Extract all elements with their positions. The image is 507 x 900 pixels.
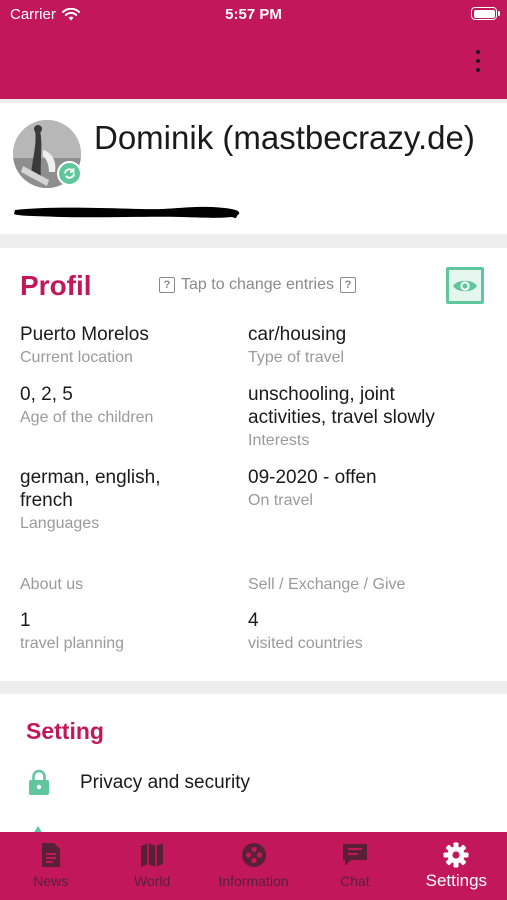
field-value: car/housing [248,324,347,345]
about-us-link[interactable]: About us [20,576,83,594]
field-type-of-travel[interactable]: car/housing Type of travel [248,323,488,369]
profil-title: Profil [20,270,92,301]
privacy-security-item[interactable]: Privacy and security [27,769,250,796]
chat-icon [342,844,367,866]
tab-label: World [133,873,171,889]
app-header: Carrier 5:57 PM [0,0,507,99]
field-label: Languages [20,515,100,532]
stat-label: travel planning [20,635,125,652]
map-icon [141,843,164,867]
field-value: Puerto Morelos [20,324,149,345]
setting-section: Setting Privacy and security [0,694,507,834]
stat-value: 1 [20,610,31,631]
field-value: unschooling, joint activities, travel sl… [248,384,435,428]
tap-hint-label: Tap to change entries [181,276,334,293]
tap-hint[interactable]: ? Tap to change entries ? [159,276,356,294]
tab-chat[interactable]: Chat [304,832,405,900]
preview-eye-button[interactable] [446,267,484,304]
field-languages[interactable]: german, english, french Languages [20,466,200,535]
tab-settings[interactable]: Settings [406,832,507,900]
bottom-tab-bar: News World Information Chat Settings [0,832,507,900]
tab-label: Settings [425,871,488,890]
field-label: On travel [248,492,313,509]
field-children-age[interactable]: 0, 2, 5 Age of the children [20,383,260,429]
refresh-icon[interactable] [57,161,82,186]
user-name: Dominik (mastbecrazy.de) [94,119,475,156]
tab-label: Chat [340,873,370,889]
stat-travel-planning[interactable]: 1 travel planning [20,609,260,655]
field-label: Type of travel [248,349,345,366]
tab-label: News [33,873,69,889]
help-icon: ? [340,277,356,293]
tab-news[interactable]: News [0,832,101,900]
field-label: Age of the children [20,409,154,426]
field-value: german, english, french [20,467,161,511]
setting-title: Setting [26,718,104,744]
sell-exchange-give-link[interactable]: Sell / Exchange / Give [248,576,405,594]
field-value: 0, 2, 5 [20,384,73,405]
tab-information[interactable]: Information [203,832,304,900]
privacy-security-label: Privacy and security [80,771,251,793]
lock-icon [29,769,49,795]
profile-section: Profil ? Tap to change entries ? Puerto … [0,248,507,681]
gear-icon [443,842,469,868]
document-icon [41,843,60,867]
field-value: 09-2020 - offen [248,467,377,488]
stat-visited-countries[interactable]: 4 visited countries [248,609,488,655]
field-interests[interactable]: unschooling, joint activities, travel sl… [248,383,473,452]
field-on-travel[interactable]: 09-2020 - offen On travel [248,466,488,512]
stat-label: visited countries [248,635,363,652]
field-label: Current location [20,349,133,366]
redaction-scribble [14,206,240,219]
more-options-icon[interactable] [469,50,487,72]
eye-icon [453,280,477,291]
field-current-location[interactable]: Puerto Morelos Current location [20,323,260,369]
help-icon: ? [159,277,175,293]
tab-label: Information [218,873,289,889]
stat-value: 4 [248,610,259,631]
tab-world[interactable]: World [101,832,202,900]
battery-icon [471,7,500,20]
info-circle-icon [241,843,266,867]
status-time: 5:57 PM [225,6,282,23]
field-label: Interests [248,432,310,449]
